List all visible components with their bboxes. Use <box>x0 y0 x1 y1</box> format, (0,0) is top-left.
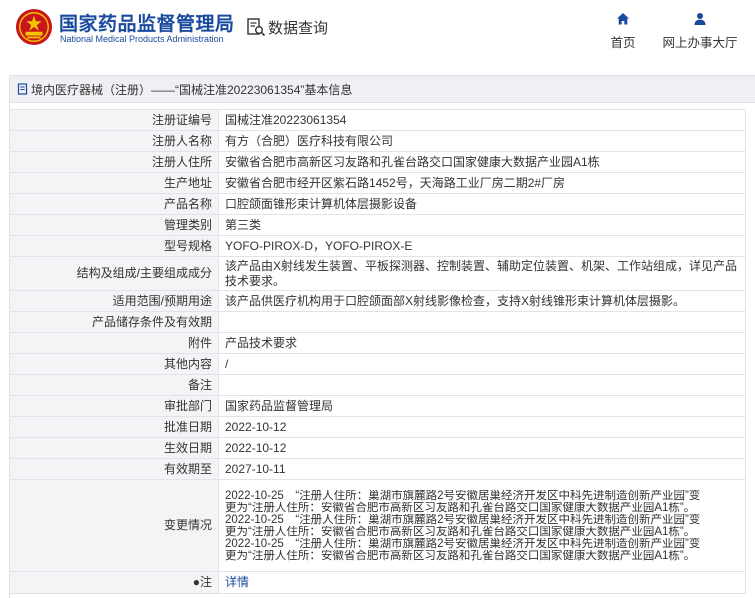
field-value: 有方（合肥）医疗科技有限公司 <box>218 130 746 152</box>
breadcrumb-text: 境内医疗器械（注册）——“国械注准20223061354”基本信息 <box>31 82 353 97</box>
user-icon <box>694 13 706 25</box>
change-line: 2022-10-25 “注册人住所：巢湖市旗麓路2号安徽居巢经济开发区中科先进制… <box>225 513 701 526</box>
field-value: 2027-10-11 <box>218 458 746 480</box>
change-line: 更为“注册人住所：安徽省合肥市高新区习友路和孔雀台路交口国家健康大数据产业园A1… <box>225 501 696 514</box>
breadcrumb: 境内医疗器械（注册）——“国械注准20223061354”基本信息 <box>10 76 755 103</box>
table-row-note: ●注 详情 <box>9 571 746 594</box>
field-label: 生效日期 <box>9 437 219 459</box>
field-value <box>218 311 746 333</box>
field-value <box>218 374 746 396</box>
table-row: 结构及组成/主要组成成分 该产品由X射线发生装置、平板探测器、控制装置、辅助定位… <box>9 256 746 291</box>
site-header: 国家药品监督管理局 National Medical Products Admi… <box>0 0 755 62</box>
field-value: 国械注准20223061354 <box>218 109 746 131</box>
field-label: 注册证编号 <box>9 109 219 131</box>
table-row: 注册人名称 有方（合肥）医疗科技有限公司 <box>9 130 746 152</box>
field-value: 口腔颌面锥形束计算机体层摄影设备 <box>218 193 746 215</box>
field-value: 该产品供医疗机构用于口腔颌面部X射线影像检查，支持X射线锥形束计算机体层摄影。 <box>218 290 746 312</box>
table-row: 审批部门 国家药品监督管理局 <box>9 395 746 417</box>
field-value: 第三类 <box>218 214 746 236</box>
note-value: 详情 <box>218 571 746 594</box>
field-label: 变更情况 <box>9 479 219 572</box>
note-label: ●注 <box>9 571 219 594</box>
field-value: 2022-10-12 <box>218 437 746 459</box>
table-row: 其他内容 / <box>9 353 746 375</box>
field-label: 备注 <box>9 374 219 396</box>
field-value: YOFO-PIROX-D，YOFO-PIROX-E <box>218 235 746 257</box>
document-icon <box>17 83 28 95</box>
device-info-table: 注册证编号 国械注准20223061354 注册人名称 有方（合肥）医疗科技有限… <box>9 109 746 594</box>
nmpa-emblem-icon[interactable] <box>15 8 53 46</box>
nav-service-hall-label: 网上办事大厅 <box>662 36 738 50</box>
nav-home[interactable]: 首页 <box>607 12 639 51</box>
field-label: 产品名称 <box>9 193 219 215</box>
field-label: 其他内容 <box>9 353 219 375</box>
note-label-text: 注 <box>199 575 212 589</box>
document-search-icon <box>247 18 266 37</box>
table-row-change-history: 变更情况 2022-10-25 “注册人住所：巢湖市旗麓路2号安徽居巢经济开发区… <box>9 479 746 572</box>
field-label: 批准日期 <box>9 416 219 438</box>
pin-icon: ● <box>192 575 200 589</box>
table-row: 批准日期 2022-10-12 <box>9 416 746 438</box>
table-row: 产品名称 口腔颌面锥形束计算机体层摄影设备 <box>9 193 746 215</box>
nav-home-label: 首页 <box>610 36 636 50</box>
site-name-cn[interactable]: 国家药品监督管理局 <box>59 9 235 36</box>
field-label: 注册人住所 <box>9 151 219 173</box>
field-label: 审批部门 <box>9 395 219 417</box>
field-value: 安徽省合肥市经开区紫石路1452号，天海路工业厂房二期2#厂房 <box>218 172 746 194</box>
field-value: 安徽省合肥市高新区习友路和孔雀台路交口国家健康大数据产业园A1栋 <box>218 151 746 173</box>
field-value: 该产品由X射线发生装置、平板探测器、控制装置、辅助定位装置、机架、工作站组成，详… <box>218 256 746 291</box>
table-row: 注册人住所 安徽省合肥市高新区习友路和孔雀台路交口国家健康大数据产业园A1栋 <box>9 151 746 173</box>
field-label: 有效期至 <box>9 458 219 480</box>
field-value: 产品技术要求 <box>218 332 746 354</box>
details-link[interactable]: 详情 <box>225 575 249 589</box>
table-row: 生产地址 安徽省合肥市经开区紫石路1452号，天海路工业厂房二期2#厂房 <box>9 172 746 194</box>
field-label: 管理类别 <box>9 214 219 236</box>
field-label: 注册人名称 <box>9 130 219 152</box>
field-label: 生产地址 <box>9 172 219 194</box>
change-line: 更为“注册人住所：安徽省合肥市高新区习友路和孔雀台路交口国家健康大数据产业园A1… <box>225 549 696 562</box>
field-value: 国家药品监督管理局 <box>218 395 746 417</box>
field-label: 附件 <box>9 332 219 354</box>
page-title-text: 数据查询 <box>268 19 329 37</box>
table-row: 有效期至 2027-10-11 <box>9 458 746 480</box>
change-line: 2022-10-25 “注册人住所：巢湖市旗麓路2号安徽居巢经济开发区中科先进制… <box>225 537 701 550</box>
field-label: 结构及组成/主要组成成分 <box>9 256 219 291</box>
table-row: 型号规格 YOFO-PIROX-D，YOFO-PIROX-E <box>9 235 746 257</box>
site-name-en: National Medical Products Administration <box>60 34 224 44</box>
table-row: 附件 产品技术要求 <box>9 332 746 354</box>
home-icon <box>617 13 629 25</box>
field-value: / <box>218 353 746 375</box>
change-history: 2022-10-25 “注册人住所：巢湖市旗麓路2号安徽居巢经济开发区中科先进制… <box>218 479 746 572</box>
change-line: 2022-10-25 “注册人住所：巢湖市旗麓路2号安徽居巢经济开发区中科先进制… <box>225 489 701 502</box>
field-label: 产品储存条件及有效期 <box>9 311 219 333</box>
nav-service-hall[interactable]: 网上办事大厅 <box>660 12 740 51</box>
field-label: 适用范围/预期用途 <box>9 290 219 312</box>
table-row: 备注 <box>9 374 746 396</box>
page-title: 数据查询 <box>246 16 328 38</box>
field-value: 2022-10-12 <box>218 416 746 438</box>
field-label: 型号规格 <box>9 235 219 257</box>
table-row: 注册证编号 国械注准20223061354 <box>9 109 746 131</box>
table-row: 适用范围/预期用途 该产品供医疗机构用于口腔颌面部X射线影像检查，支持X射线锥形… <box>9 290 746 312</box>
change-line: 更为“注册人住所：安徽省合肥市高新区习友路和孔雀台路交口国家健康大数据产业园A1… <box>225 525 696 538</box>
table-row: 产品储存条件及有效期 <box>9 311 746 333</box>
table-row: 管理类别 第三类 <box>9 214 746 236</box>
table-row: 生效日期 2022-10-12 <box>9 437 746 459</box>
